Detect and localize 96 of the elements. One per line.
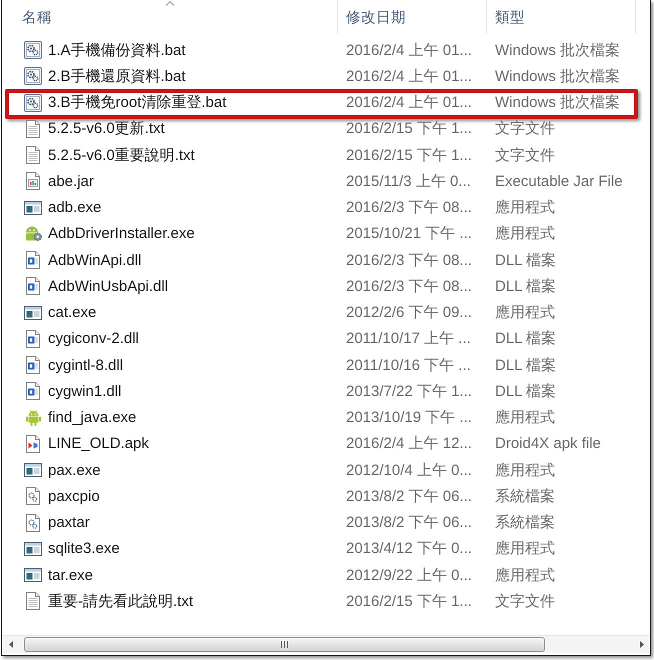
file-type: 文字文件 bbox=[495, 592, 555, 611]
file-type: 文字文件 bbox=[495, 146, 555, 165]
file-type: 系統檔案 bbox=[495, 486, 555, 506]
application-window-icon bbox=[24, 568, 42, 582]
document-badge-icon bbox=[26, 382, 40, 400]
file-type: Windows 批次檔案 bbox=[495, 66, 620, 86]
file-name[interactable]: AdbDriverInstaller.exe bbox=[48, 225, 195, 242]
column-header[interactable]: 修改日期 bbox=[338, 0, 487, 34]
file-type: Windows 批次檔案 bbox=[495, 93, 620, 112]
file-name[interactable]: adb.exe bbox=[48, 199, 102, 216]
gear-document-icon bbox=[26, 514, 40, 532]
document-icon bbox=[26, 120, 40, 138]
modified-date: 2016/2/4 上午 01... bbox=[346, 93, 472, 112]
file-type: 文字文件 bbox=[495, 119, 555, 138]
modified-date: 2013/4/12 下午 0... bbox=[346, 539, 472, 558]
modified-date: 2016/2/4 上午 01... bbox=[346, 66, 472, 86]
file-type: 應用程式 bbox=[495, 460, 555, 480]
file-type: 系統檔案 bbox=[495, 513, 555, 532]
modified-date: 2016/2/15 下午 1... bbox=[346, 119, 472, 138]
file-name[interactable]: AdbWinApi.dll bbox=[48, 252, 142, 269]
sort-caret-icon bbox=[165, 1, 174, 6]
gear-window-icon bbox=[24, 41, 42, 60]
modified-date: 2013/10/19 下午 ... bbox=[346, 408, 472, 428]
modified-date: 2016/2/3 下午 08... bbox=[346, 276, 472, 296]
modified-date: 2016/2/4 上午 12... bbox=[346, 434, 472, 454]
file-name[interactable]: pax.exe bbox=[48, 462, 101, 479]
document-badge-icon bbox=[26, 330, 40, 348]
file-name[interactable]: cat.exe bbox=[48, 304, 96, 322]
file-name[interactable]: LINE_OLD.apk bbox=[48, 435, 149, 452]
file-type: 應用程式 bbox=[495, 224, 555, 244]
file-name[interactable]: sqlite3.exe bbox=[48, 540, 120, 558]
file-type: 應用程式 bbox=[495, 539, 555, 558]
file-name[interactable]: paxtar bbox=[48, 514, 90, 532]
column-header[interactable]: 名稱 bbox=[2, 0, 338, 34]
scrollbar-thumb[interactable] bbox=[24, 637, 545, 652]
modified-date: 2013/8/2 下午 06... bbox=[346, 513, 472, 532]
modified-date: 2013/7/22 下午 1... bbox=[346, 382, 472, 401]
modified-date: 2012/2/6 下午 09... bbox=[346, 303, 472, 322]
application-window-icon bbox=[24, 463, 42, 478]
modified-date: 2011/10/16 下午 ... bbox=[346, 356, 471, 375]
document-badge-icon bbox=[26, 251, 40, 270]
file-type: Windows 批次檔案 bbox=[495, 40, 620, 60]
document-badge-icon bbox=[26, 277, 40, 296]
colored-document-icon bbox=[26, 434, 40, 453]
file-type: DLL 檔案 bbox=[495, 276, 556, 296]
file-name[interactable]: 5.2.5-v6.0重要說明.txt bbox=[48, 146, 195, 165]
document-badge-icon bbox=[26, 356, 40, 374]
application-window-icon bbox=[24, 542, 42, 556]
file-name[interactable]: 3.B手機免root清除重登.bat bbox=[48, 93, 226, 112]
modified-date: 2012/9/22 上午 0... bbox=[346, 566, 472, 585]
modified-date: 2016/2/4 上午 01... bbox=[346, 40, 472, 60]
file-name[interactable]: cygiconv-2.dll bbox=[48, 330, 139, 348]
file-type: 應用程式 bbox=[495, 303, 555, 322]
file-name[interactable]: abe.jar bbox=[48, 172, 94, 190]
modified-date: 2015/11/3 上午 0... bbox=[346, 172, 471, 191]
file-type: DLL 檔案 bbox=[495, 250, 556, 270]
file-type: Droid4X apk file bbox=[495, 435, 601, 452]
file-name[interactable]: tar.exe bbox=[48, 566, 94, 584]
file-type: 應用程式 bbox=[495, 408, 555, 428]
modified-date: 2016/2/3 下午 08... bbox=[346, 250, 472, 270]
file-name[interactable]: 5.2.5-v6.0更新.txt bbox=[48, 119, 165, 138]
file-type: Executable Jar File bbox=[495, 172, 623, 190]
file-name[interactable]: cygintl-8.dll bbox=[48, 356, 124, 374]
column-header[interactable]: 類型 bbox=[487, 0, 636, 34]
file-type: DLL 檔案 bbox=[495, 329, 556, 348]
caret-right-icon bbox=[640, 641, 644, 648]
application-window-icon bbox=[24, 200, 42, 215]
modified-date: 2016/2/3 下午 08... bbox=[346, 198, 472, 218]
file-name[interactable]: cygwin1.dll bbox=[48, 382, 122, 400]
document-icon bbox=[26, 146, 40, 164]
file-type: 應用程式 bbox=[495, 566, 555, 585]
modified-date: 2012/10/4 上午 0... bbox=[346, 460, 472, 480]
gear-window-icon bbox=[24, 94, 42, 112]
modified-date: 2016/2/15 下午 1... bbox=[346, 146, 472, 165]
file-name[interactable]: 1.A手機備份資料.bat bbox=[48, 40, 186, 60]
robot-icon bbox=[26, 410, 40, 426]
gear-document-icon bbox=[26, 487, 40, 506]
modified-date: 2015/10/21 下午 ... bbox=[346, 224, 472, 244]
file-name[interactable]: AdbWinUsbApi.dll bbox=[48, 278, 168, 295]
application-window-icon bbox=[24, 306, 42, 320]
image-document-icon bbox=[26, 172, 40, 190]
gear-window-icon bbox=[24, 67, 42, 86]
modified-date: 2013/8/2 下午 06... bbox=[346, 486, 472, 506]
grip-icon bbox=[281, 641, 288, 648]
modified-date: 2016/2/15 下午 1... bbox=[346, 592, 472, 611]
modified-date: 2011/10/17 上午 ... bbox=[346, 329, 471, 348]
robot-gear-icon bbox=[24, 226, 42, 242]
file-name[interactable]: 2.B手機還原資料.bat bbox=[48, 66, 186, 86]
file-name[interactable]: find_java.exe bbox=[48, 409, 136, 426]
file-name[interactable]: paxcpio bbox=[48, 488, 100, 505]
file-type: DLL 檔案 bbox=[495, 382, 556, 401]
file-type: DLL 檔案 bbox=[495, 356, 556, 375]
caret-left-icon bbox=[8, 641, 12, 648]
document-icon bbox=[26, 592, 40, 610]
file-type: 應用程式 bbox=[495, 198, 555, 218]
file-name[interactable]: 重要-請先看此說明.txt bbox=[48, 592, 193, 611]
